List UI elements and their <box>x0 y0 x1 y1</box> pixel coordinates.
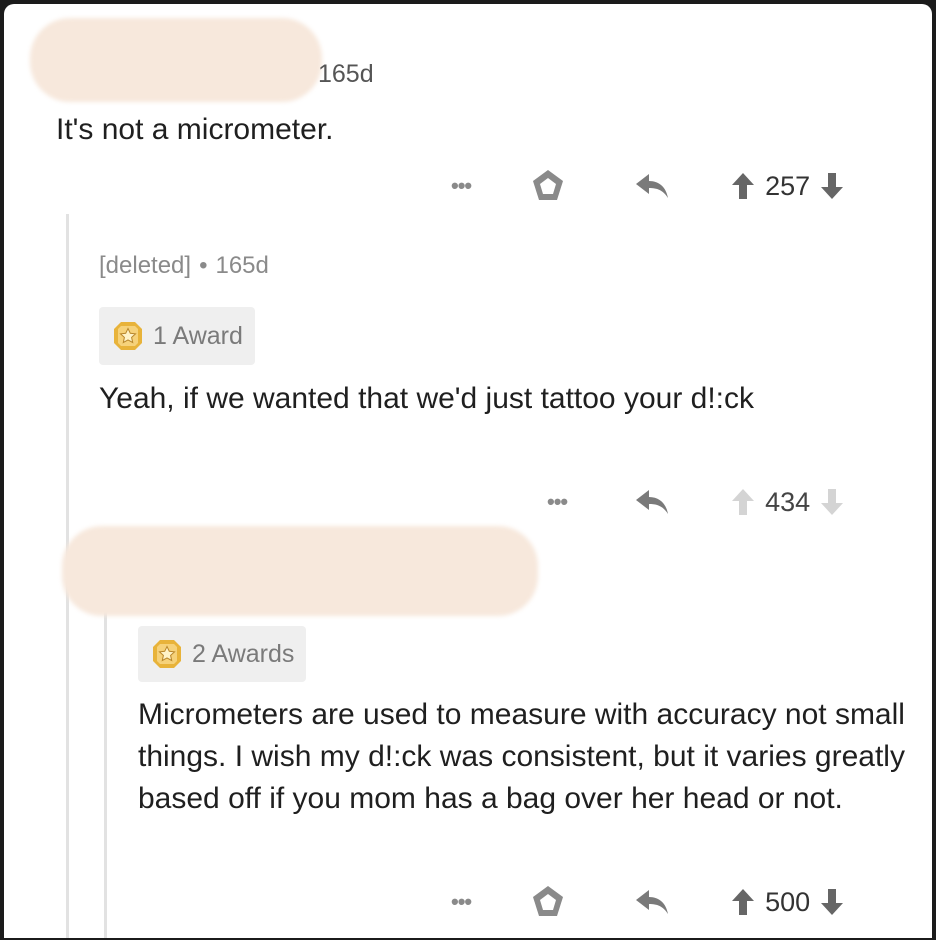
award-count: 2 Awards <box>192 639 295 668</box>
redacted-username <box>30 18 322 102</box>
upvote-arrow-icon[interactable] <box>731 172 755 200</box>
comment-meta: [deleted] • 165d <box>99 252 269 280</box>
author-name[interactable]: [deleted] <box>99 252 191 280</box>
downvote-arrow-icon[interactable] <box>820 172 844 200</box>
more-options-button[interactable]: ••• <box>451 173 472 199</box>
reply-icon[interactable] <box>635 489 669 515</box>
vote-count: 500 <box>765 886 811 917</box>
redacted-username <box>62 526 538 616</box>
more-options-button[interactable]: ••• <box>547 489 568 515</box>
downvote-arrow-icon[interactable] <box>820 888 844 916</box>
gild-icon[interactable] <box>529 883 567 921</box>
vote-count: 257 <box>765 170 811 201</box>
comment-actions: ••• 257 <box>451 164 844 208</box>
comment-thread: 165d It's not a micrometer. ••• 257 [del… <box>4 4 932 938</box>
meta-separator: • <box>199 252 208 279</box>
reply-icon[interactable] <box>635 889 669 915</box>
upvote-arrow-icon[interactable] <box>731 488 755 516</box>
comment-actions: ••• 434 <box>547 480 844 524</box>
reply-icon[interactable] <box>635 173 669 199</box>
gild-icon[interactable] <box>529 167 567 205</box>
comment-body: Yeah, if we wanted that we'd just tattoo… <box>99 382 755 415</box>
award-badge-icon <box>153 640 181 668</box>
award-badge-icon <box>114 322 142 350</box>
award-badge[interactable]: 2 Awards <box>138 626 307 682</box>
comment-age: 165d <box>318 60 374 88</box>
vote-count: 434 <box>765 486 811 517</box>
award-badge[interactable]: 1 Award <box>99 307 255 365</box>
comment-actions: ••• 500 <box>451 880 844 924</box>
award-count: 1 Award <box>153 321 243 350</box>
more-options-button[interactable]: ••• <box>451 889 472 915</box>
comment-body: It's not a micrometer. <box>56 113 334 146</box>
downvote-arrow-icon[interactable] <box>820 488 844 516</box>
comment-body: Micrometers are used to measure with acc… <box>138 698 905 815</box>
comment-age: 165d <box>215 252 269 279</box>
upvote-arrow-icon[interactable] <box>731 888 755 916</box>
thread-line-2[interactable] <box>104 604 107 938</box>
